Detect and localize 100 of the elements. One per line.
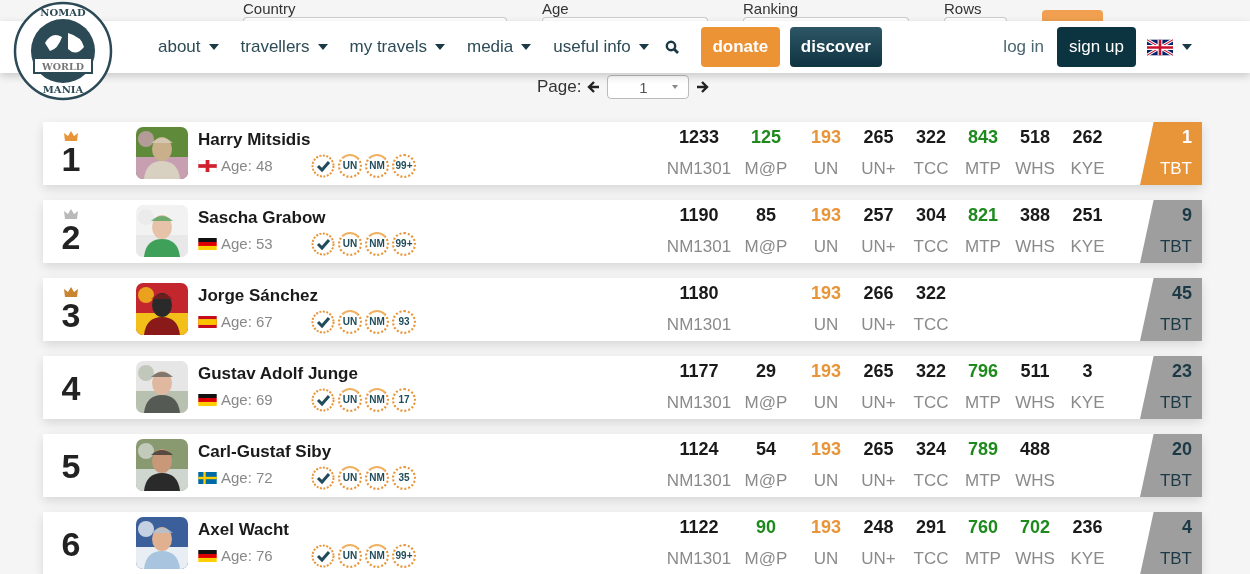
stat-value: 1233 [678, 127, 719, 149]
stat-label: MTP [965, 471, 1001, 492]
nav-menu-item[interactable]: media [467, 37, 532, 57]
tbt-label: TBT [1159, 315, 1192, 336]
stat-value: 193 [810, 205, 841, 227]
tbt-label: TBT [1159, 393, 1192, 414]
page-select[interactable]: 1 [607, 75, 690, 99]
traveller-name[interactable]: Jorge Sánchez [198, 285, 666, 306]
award-badge: UN [338, 309, 362, 334]
stat-value: 322 [915, 283, 946, 305]
stat-label: UN+ [861, 471, 896, 492]
stat-label: UN [813, 549, 839, 570]
stat-label: KYE [1070, 393, 1105, 414]
stat-value: 85 [756, 205, 776, 227]
stat-label: UN+ [861, 549, 896, 570]
tbt-value: 1 [1182, 127, 1192, 149]
check-award-icon [311, 309, 335, 334]
award-badge: 93 [392, 309, 416, 334]
award-badge: NM [365, 387, 389, 412]
stat-label: WHS [1015, 471, 1055, 492]
award-badge: 99+ [392, 231, 416, 256]
stat-value: 324 [915, 439, 946, 461]
filter-field[interactable] [743, 17, 909, 21]
tbt-value: 9 [1182, 205, 1192, 227]
stat-label: WHS [1015, 159, 1055, 180]
nav-menu-item[interactable]: my travels [349, 37, 445, 57]
stat-value: 304 [915, 205, 946, 227]
filter-label: Country [243, 0, 297, 17]
filter-field[interactable] [944, 17, 1007, 21]
stat-value: 193 [810, 283, 841, 305]
arrow-left-icon[interactable] [587, 80, 602, 94]
signup-button[interactable]: sign up [1057, 27, 1136, 67]
arrow-right-icon[interactable] [695, 80, 710, 94]
flag-icon[interactable] [1147, 38, 1173, 56]
rank-number: 5 [61, 447, 81, 484]
stat-label: NM1301 [666, 159, 732, 180]
award-badge: NM [365, 465, 389, 490]
stat-value: 821 [967, 205, 998, 227]
filter-label: Age [542, 0, 570, 17]
stat-label: M@P [744, 549, 788, 570]
stat-label: M@P [744, 159, 788, 180]
tbt-value: 23 [1171, 361, 1192, 383]
traveller-name[interactable]: Sascha Grabow [198, 207, 666, 228]
discover-button[interactable]: discover [789, 27, 882, 67]
filter-label: Rows [944, 0, 983, 17]
stat-label: MTP [965, 549, 1001, 570]
stat-label: M@P [744, 237, 788, 258]
stat-value: 193 [810, 517, 841, 539]
stat-label: NM1301 [666, 549, 732, 570]
award-badge: NM [365, 153, 389, 178]
age-text: Age: 48 [221, 157, 274, 174]
stat-value: 265 [863, 361, 894, 383]
traveller-name[interactable]: Harry Mitsidis [198, 129, 666, 150]
stat-label: UN+ [861, 315, 896, 336]
tbt-value: 4 [1182, 517, 1192, 539]
stat-value: 388 [1019, 205, 1050, 227]
check-award-icon [311, 387, 335, 412]
stat-value: 511 [1020, 361, 1050, 383]
traveller-card[interactable]: 2 Sascha Grabow Age: 53 UN NM 99+ 1190 NM1301 85 M@P 193 UN 257 UN+ 304 TCC 821 MTP 388 WHS 251 KYE 9 TBT [43, 200, 1202, 263]
filter-field[interactable] [542, 17, 708, 21]
traveller-name[interactable]: Axel Wacht [198, 519, 666, 540]
stat-value: 488 [1019, 439, 1050, 461]
stat-value: 29 [756, 361, 776, 383]
stat-value: 322 [915, 361, 946, 383]
check-award-icon [311, 231, 335, 256]
stat-label: UN [813, 237, 839, 258]
search-icon[interactable] [664, 40, 679, 54]
stat-value: 265 [863, 127, 894, 149]
stat-value: 322 [915, 127, 946, 149]
traveller-card[interactable]: 4 Gustav Adolf Junge Age: 69 UN NM 17 1177 NM1301 29 M@P 193 UN 265 UN+ 322 TCC 796 MTP 511 WHS 3 KYE 23 TBT [43, 356, 1202, 419]
caret-icon[interactable] [1182, 44, 1192, 50]
award-badge: 99+ [392, 153, 416, 178]
tbt-value: 20 [1171, 439, 1192, 461]
traveller-card[interactable]: 3 Jorge Sánchez Age: 67 UN NM 93 1180 NM1301 193 UN 266 UN+ 322 TCC 45 TBT [43, 278, 1202, 341]
award-badge: 35 [392, 465, 416, 490]
stat-label: TCC [913, 237, 949, 258]
traveller-name[interactable]: Gustav Adolf Junge [198, 363, 666, 384]
nav-menu-item[interactable]: travellers [240, 37, 328, 57]
logo[interactable]: NOMAD WORLD MANIA [12, 1, 114, 101]
stat-label: WHS [1015, 393, 1055, 414]
rank-number: 4 [61, 369, 81, 406]
stat-value: 3 [1082, 361, 1093, 383]
stat-label: KYE [1070, 237, 1105, 258]
traveller-name[interactable]: Carl-Gustaf Siby [198, 441, 666, 462]
traveller-card[interactable]: 1 Harry Mitsidis Age: 48 UN NM 99+ 1233 NM1301 125 M@P 193 UN 265 UN+ 322 TCC 843 MTP 518 WHS 262 KYE 1 TBT [43, 122, 1202, 185]
age-text: Age: 76 [221, 547, 274, 564]
traveller-card[interactable]: 6 Axel Wacht Age: 76 UN NM 99+ 1122 NM1301 90 M@P 193 UN 248 UN+ 291 TCC 760 MTP 702 WHS 236 KYE 4 TBT [43, 512, 1202, 574]
age-text: Age: 72 [221, 469, 274, 486]
filter-field[interactable] [243, 17, 507, 21]
stat-value: 789 [967, 439, 998, 461]
stat-value: 1177 [679, 361, 719, 383]
check-award-icon [311, 465, 335, 490]
nav-menu-item[interactable]: about [158, 37, 219, 57]
stat-label: TCC [913, 159, 949, 180]
stat-value: 257 [863, 205, 894, 227]
traveller-card[interactable]: 5 Carl-Gustaf Siby Age: 72 UN NM 35 1124 NM1301 54 M@P 193 UN 265 UN+ 324 TCC 789 MTP 488 WHS 20 TBT [43, 434, 1202, 497]
login-link[interactable]: log in [1003, 37, 1044, 57]
stat-label: UN+ [861, 159, 896, 180]
nav-menu-item[interactable]: useful info [553, 37, 649, 57]
age-text: Age: 67 [221, 313, 274, 330]
